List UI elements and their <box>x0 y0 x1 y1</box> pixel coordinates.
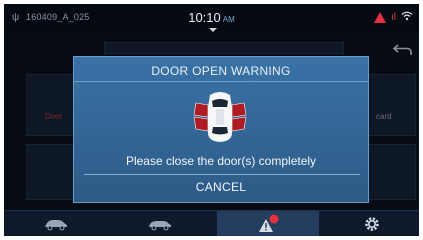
tab-settings[interactable] <box>324 211 419 236</box>
alert-icon <box>259 214 279 232</box>
status-bar: ψ 160409_A_025 10:10 AM ıl <box>4 4 419 32</box>
car-side-icon <box>149 221 171 231</box>
car-doors-open-icon <box>193 92 247 142</box>
divider <box>84 174 360 175</box>
signal-icon: ıl <box>391 12 396 23</box>
warning-icon <box>374 12 386 23</box>
clock-time: 10:10 <box>188 10 221 25</box>
tab-alerts[interactable] <box>217 211 319 236</box>
dialog-title: DOOR OPEN WARNING <box>151 64 291 78</box>
door-open-warning-dialog: DOOR OPEN WARNING Please close the door(… <box>73 56 369 203</box>
screen: ψ 160409_A_025 10:10 AM ıl Door card DOO… <box>0 0 423 240</box>
tab-vehicle[interactable] <box>4 211 108 236</box>
clock[interactable]: 10:10 AM <box>4 10 419 25</box>
clock-ampm: AM <box>222 15 235 24</box>
dialog-message: Please close the door(s) completely <box>125 154 317 168</box>
infotainment-display: ψ 160409_A_025 10:10 AM ıl Door card DOO… <box>4 4 419 236</box>
gear-icon <box>364 217 379 231</box>
cancel-button[interactable]: CANCEL <box>74 180 368 194</box>
status-icons: ıl <box>374 11 413 24</box>
bottom-tab-bar <box>4 210 419 236</box>
car-icon <box>45 220 67 231</box>
tab-vehicle-side[interactable] <box>108 211 212 236</box>
wifi-icon <box>401 11 413 24</box>
divider <box>74 81 368 82</box>
